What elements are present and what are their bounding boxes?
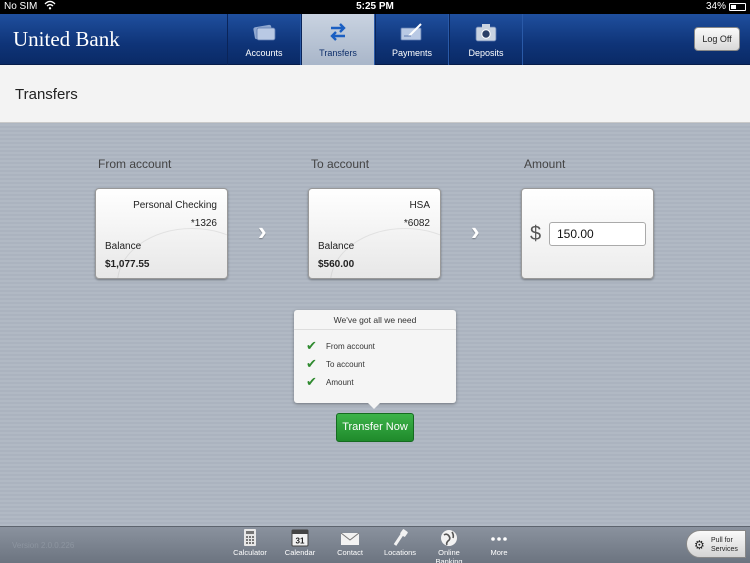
tab-deposits-label: Deposits <box>468 48 504 58</box>
more-label: More <box>490 548 508 557</box>
checkbook-icon <box>400 23 422 41</box>
to-account-heading: To account <box>311 157 370 171</box>
bank-logo: United Bank <box>13 27 120 51</box>
to-balance-label: Balance <box>318 241 355 252</box>
to-balance-value: $560.00 <box>318 259 355 270</box>
page-title-bar: Transfers <box>0 65 750 123</box>
checkmark-icon: ✔ <box>306 374 317 389</box>
tab-accounts-label: Accounts <box>245 48 283 58</box>
log-off-button[interactable]: Log Off <box>694 27 740 51</box>
card-decoration <box>330 228 440 278</box>
to-account-number: *6082 <box>403 218 430 229</box>
status-bar: No SIM 5:25 PM 34% <box>0 0 750 14</box>
main-nav: Accounts Transfers Payments Deposits <box>227 14 523 65</box>
checklist-item-label: To account <box>326 359 365 369</box>
clock: 5:25 PM <box>356 1 394 12</box>
online-banking-label: Online Banking <box>435 548 463 563</box>
checklist-item-label: From account <box>326 341 375 351</box>
to-account-card[interactable]: HSA *6082 Balance $560.00 <box>308 188 441 279</box>
checklist-item-label: Amount <box>326 377 354 387</box>
pull-for-services-label: Pull for Services <box>711 537 738 553</box>
checklist-item: ✔ To account <box>306 356 365 371</box>
calendar-label: Calendar <box>284 548 316 557</box>
from-account-number: *1326 <box>190 218 217 229</box>
envelope-icon <box>340 532 360 545</box>
pin-icon <box>393 529 408 546</box>
checklist-item: ✔ From account <box>306 338 375 353</box>
page-title: Transfers <box>15 86 78 103</box>
calculator-button[interactable]: Calculator <box>225 528 275 557</box>
transfer-arrows-icon <box>330 23 346 41</box>
transfer-panel: From account To account Amount Personal … <box>0 124 750 526</box>
cards-icon <box>253 24 276 41</box>
checklist-heading: We've got all we need <box>294 310 456 330</box>
amount-heading: Amount <box>524 157 566 171</box>
app-header: United Bank Accounts Transfers Payments … <box>0 14 750 65</box>
globe-icon <box>441 530 457 546</box>
online-banking-button[interactable]: Online Banking <box>424 528 474 563</box>
tab-transfers-label: Transfers <box>319 48 357 58</box>
calendar-icon: 31 <box>291 529 309 547</box>
contact-label: Contact <box>337 548 363 557</box>
from-account-card[interactable]: Personal Checking *1326 Balance $1,077.5… <box>95 188 228 279</box>
validation-checklist: We've got all we need ✔ From account ✔ T… <box>294 310 456 409</box>
amount-input[interactable]: 150.00 <box>549 222 646 246</box>
more-button[interactable]: More <box>474 528 524 557</box>
card-decoration <box>117 228 227 278</box>
pull-for-services-button[interactable]: ⚙ Pull for Services <box>686 530 746 558</box>
from-account-name: Personal Checking <box>133 200 217 211</box>
currency-symbol: $ <box>530 223 542 245</box>
from-balance-value: $1,077.55 <box>105 259 150 270</box>
tab-transfers[interactable]: Transfers <box>301 14 375 65</box>
to-account-name: HSA <box>409 200 430 211</box>
contact-button[interactable]: Contact <box>325 528 375 557</box>
transfer-now-button[interactable]: Transfer Now <box>336 413 414 442</box>
calendar-button[interactable]: 31 Calendar <box>275 528 325 557</box>
more-dots-icon <box>491 537 507 541</box>
tab-payments-label: Payments <box>391 48 433 58</box>
from-account-heading: From account <box>98 157 172 171</box>
amount-card: $ 150.00 <box>521 188 654 279</box>
from-balance-label: Balance <box>105 241 142 252</box>
tab-accounts[interactable]: Accounts <box>227 14 301 65</box>
camera-icon <box>475 24 497 42</box>
version-label: Version 2.0.0.226 <box>12 541 75 550</box>
battery-icon <box>729 3 746 11</box>
chevron-right-icon: › <box>258 216 267 246</box>
locations-label: Locations <box>383 548 417 557</box>
gear-icon: ⚙ <box>694 538 705 552</box>
checkmark-icon: ✔ <box>306 356 317 371</box>
chevron-right-icon: › <box>471 216 480 246</box>
bottom-toolbar: Version 2.0.0.226 Calculator 31 Calendar… <box>0 526 750 563</box>
checkmark-icon: ✔ <box>306 338 317 353</box>
calculator-icon <box>244 529 256 546</box>
tab-payments[interactable]: Payments <box>375 14 449 65</box>
checklist-item: ✔ Amount <box>306 374 354 389</box>
locations-button[interactable]: Locations <box>375 528 425 557</box>
calendar-day: 31 <box>296 537 305 546</box>
tab-deposits[interactable]: Deposits <box>449 14 523 65</box>
calculator-label: Calculator <box>233 548 267 557</box>
battery-percent: 34% <box>705 1 726 12</box>
